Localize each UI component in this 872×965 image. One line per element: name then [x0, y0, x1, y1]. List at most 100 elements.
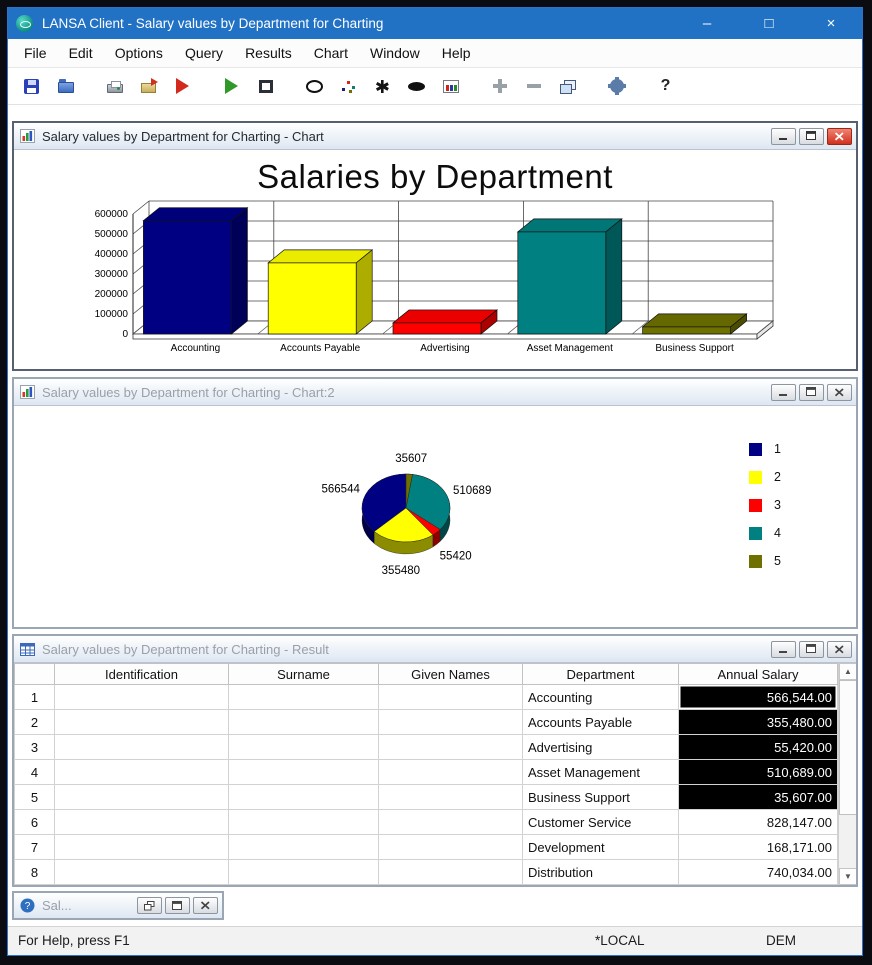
cell-annual-salary[interactable]: 740,034.00 [678, 859, 838, 885]
row-number[interactable]: 6 [14, 809, 55, 835]
row-number[interactable]: 4 [14, 759, 55, 785]
cell-identification[interactable] [54, 809, 229, 835]
cell-given-names[interactable] [378, 684, 523, 710]
scroll-thumb[interactable] [839, 680, 856, 815]
cell-surname[interactable] [228, 759, 379, 785]
menu-item-chart[interactable]: Chart [303, 41, 359, 65]
minimized-maximize-button[interactable] [165, 897, 190, 914]
cell-identification[interactable] [54, 734, 229, 760]
cell-department[interactable]: Development [522, 834, 679, 860]
open-button[interactable] [50, 72, 81, 101]
minimized-window[interactable]: ? Sal... [12, 891, 224, 920]
chart-minimize-button[interactable] [771, 127, 796, 145]
result-close-button[interactable] [827, 640, 852, 658]
chart2-minimize-button[interactable] [771, 383, 796, 401]
result-maximize-button[interactable] [799, 640, 824, 658]
chart2-window-titlebar[interactable]: Salary values by Department for Charting… [14, 379, 856, 406]
help-button[interactable] [650, 72, 681, 101]
star-chart-button[interactable] [367, 72, 398, 101]
print-button[interactable] [99, 72, 130, 101]
column-header-identification[interactable]: Identification [54, 663, 229, 685]
cell-annual-salary[interactable]: 510,689.00 [678, 759, 838, 785]
cell-annual-salary[interactable]: 566,544.00 [678, 684, 838, 710]
export-button[interactable] [133, 72, 164, 101]
ellipse-chart-button[interactable] [401, 72, 432, 101]
column-header-given-names[interactable]: Given Names [378, 663, 523, 685]
cell-identification[interactable] [54, 759, 229, 785]
cell-department[interactable]: Accounting [522, 684, 679, 710]
chart-window-titlebar[interactable]: Salary values by Department for Charting… [14, 123, 856, 150]
cell-department[interactable]: Customer Service [522, 809, 679, 835]
cell-given-names[interactable] [378, 734, 523, 760]
maximize-button[interactable]: □ [756, 8, 782, 39]
row-number[interactable]: 3 [14, 734, 55, 760]
menu-item-window[interactable]: Window [359, 41, 431, 65]
minimized-close-button[interactable] [193, 897, 218, 914]
zoom-out-button[interactable] [518, 72, 549, 101]
row-number[interactable]: 5 [14, 784, 55, 810]
zoom-in-button[interactable] [484, 72, 515, 101]
column-header-department[interactable]: Department [522, 663, 679, 685]
circle-chart-button[interactable] [299, 72, 330, 101]
cell-identification[interactable] [54, 859, 229, 885]
cell-given-names[interactable] [378, 859, 523, 885]
cell-given-names[interactable] [378, 809, 523, 835]
cell-annual-salary[interactable]: 828,147.00 [678, 809, 838, 835]
row-number[interactable]: 2 [14, 709, 55, 735]
cell-surname[interactable] [228, 709, 379, 735]
scroll-up-button[interactable] [839, 663, 856, 680]
cell-given-names[interactable] [378, 834, 523, 860]
cell-surname[interactable] [228, 684, 379, 710]
cell-surname[interactable] [228, 859, 379, 885]
stop-button[interactable] [250, 72, 281, 101]
cell-annual-salary[interactable]: 168,171.00 [678, 834, 838, 860]
cell-department[interactable]: Advertising [522, 734, 679, 760]
chart2-close-button[interactable] [827, 383, 852, 401]
cell-annual-salary[interactable]: 55,420.00 [678, 734, 838, 760]
cell-department[interactable]: Accounts Payable [522, 709, 679, 735]
cell-given-names[interactable] [378, 759, 523, 785]
menu-item-file[interactable]: File [13, 41, 58, 65]
menu-item-edit[interactable]: Edit [58, 41, 104, 65]
chart2-maximize-button[interactable] [799, 383, 824, 401]
row-number[interactable]: 8 [14, 859, 55, 885]
minimized-restore-button[interactable] [137, 897, 162, 914]
cell-surname[interactable] [228, 809, 379, 835]
run-query-button[interactable] [167, 72, 198, 101]
cascade-button[interactable] [552, 72, 583, 101]
row-number[interactable]: 7 [14, 834, 55, 860]
cell-identification[interactable] [54, 684, 229, 710]
cell-surname[interactable] [228, 834, 379, 860]
menu-item-help[interactable]: Help [431, 41, 482, 65]
column-header-surname[interactable]: Surname [228, 663, 379, 685]
cell-identification[interactable] [54, 784, 229, 810]
cell-given-names[interactable] [378, 784, 523, 810]
menu-item-results[interactable]: Results [234, 41, 303, 65]
minimize-button[interactable]: – [694, 8, 720, 39]
close-button[interactable]: × [818, 8, 844, 39]
cell-annual-salary[interactable]: 35,607.00 [678, 784, 838, 810]
cell-department[interactable]: Business Support [522, 784, 679, 810]
cell-given-names[interactable] [378, 709, 523, 735]
cell-department[interactable]: Distribution [522, 859, 679, 885]
chart-slide-button[interactable] [435, 72, 466, 101]
menu-item-options[interactable]: Options [104, 41, 174, 65]
menu-item-query[interactable]: Query [174, 41, 234, 65]
column-header-annual-salary[interactable]: Annual Salary [678, 663, 838, 685]
cell-annual-salary[interactable]: 355,480.00 [678, 709, 838, 735]
scroll-down-button[interactable] [839, 868, 856, 885]
cell-surname[interactable] [228, 784, 379, 810]
play-button[interactable] [216, 72, 247, 101]
result-minimize-button[interactable] [771, 640, 796, 658]
grid-corner[interactable] [14, 663, 55, 685]
chart-close-button[interactable] [827, 127, 852, 145]
chart-maximize-button[interactable] [799, 127, 824, 145]
save-button[interactable] [16, 72, 47, 101]
vertical-scrollbar[interactable] [838, 663, 856, 885]
scatter-chart-button[interactable] [333, 72, 364, 101]
titlebar[interactable]: LANSA Client - Salary values by Departme… [8, 8, 862, 39]
result-window-titlebar[interactable]: Salary values by Department for Charting… [14, 636, 856, 663]
cell-department[interactable]: Asset Management [522, 759, 679, 785]
row-number[interactable]: 1 [14, 684, 55, 710]
cell-identification[interactable] [54, 709, 229, 735]
